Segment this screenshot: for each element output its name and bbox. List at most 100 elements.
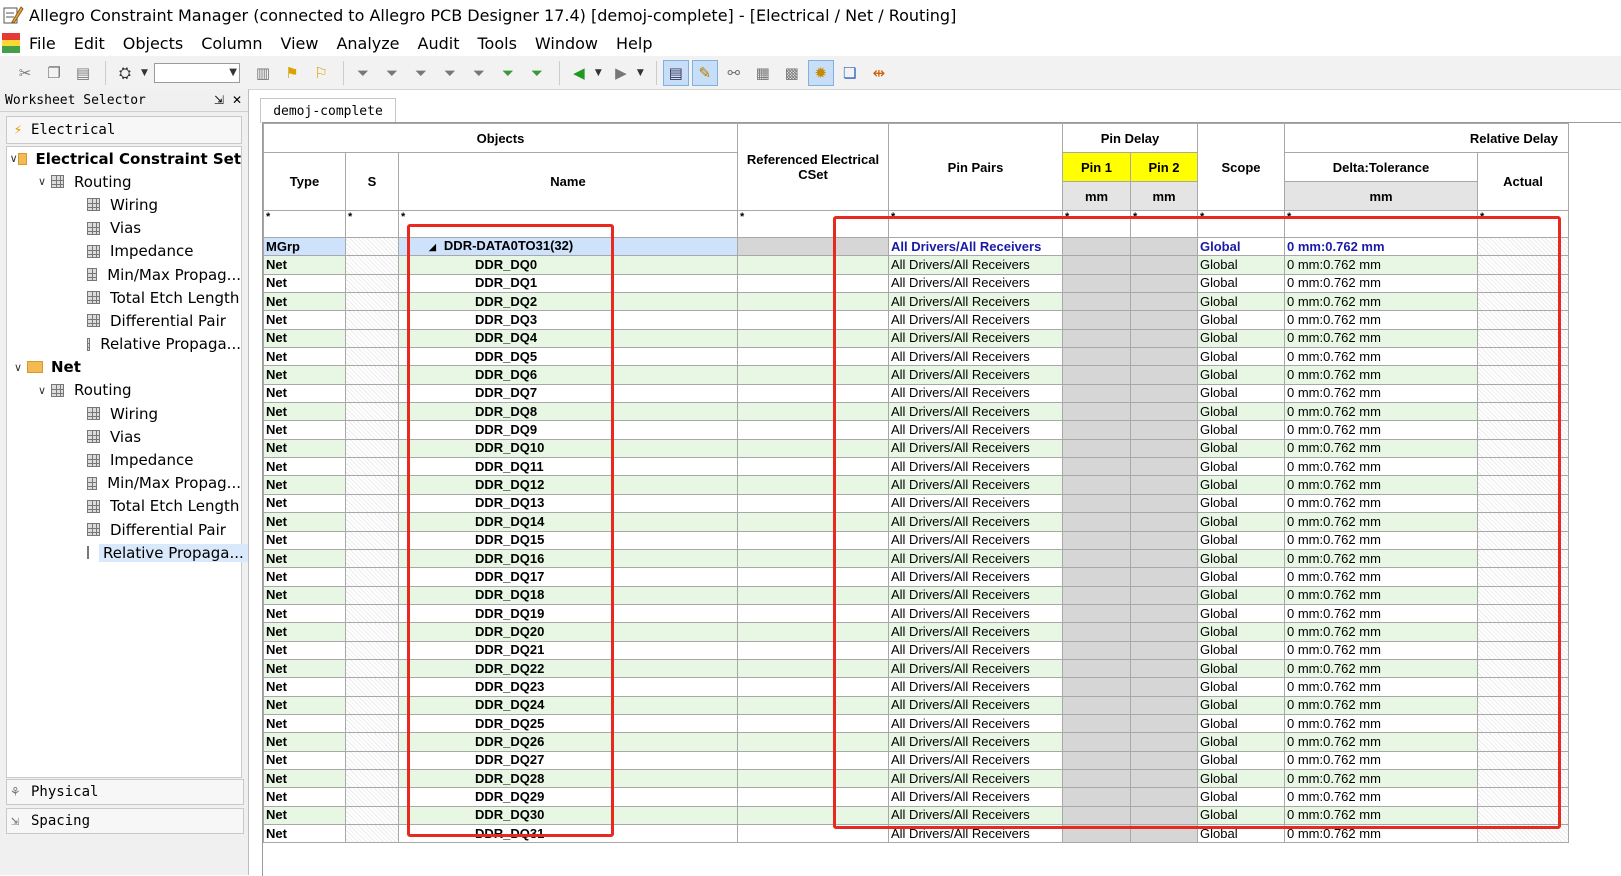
- name-cell[interactable]: DDR_DQ7: [398, 383, 738, 404]
- scope-cell[interactable]: Global: [1197, 622, 1285, 642]
- table-row[interactable]: Net DDR_DQ0 All Drivers/All Receivers Globa…: [263, 255, 1570, 275]
- filter-cell[interactable]: *: [263, 210, 346, 238]
- table-row[interactable]: Net DDR_DQ17 All Drivers/All Receivers Glob…: [263, 567, 1570, 587]
- pin2-cell[interactable]: [1130, 585, 1198, 605]
- ref-cset-cell[interactable]: [737, 787, 889, 807]
- delta-tolerance-cell[interactable]: 0 mm:0.762 mm: [1284, 548, 1478, 569]
- ref-cset-cell[interactable]: [737, 402, 889, 422]
- tree-item[interactable]: Differential Pair: [7, 309, 241, 332]
- ref-cset-cell[interactable]: [737, 640, 889, 660]
- pin1-cell[interactable]: [1062, 787, 1131, 807]
- scope-cell[interactable]: Global: [1197, 567, 1285, 587]
- filter-green-icon[interactable]: ⏷: [495, 60, 521, 86]
- delta-tolerance-cell[interactable]: 0 mm:0.762 mm: [1284, 438, 1478, 459]
- scope-cell[interactable]: Global: [1197, 640, 1285, 660]
- delta-tolerance-cell[interactable]: 0 mm:0.762 mm: [1284, 677, 1478, 697]
- pin2-cell[interactable]: [1130, 713, 1198, 734]
- copy-icon[interactable]: ❐: [41, 60, 67, 86]
- ref-cset-cell[interactable]: [737, 255, 889, 275]
- name-cell[interactable]: DDR_DQ15: [398, 530, 738, 550]
- menu-edit[interactable]: Edit: [73, 34, 106, 53]
- pin-pairs-cell[interactable]: All Drivers/All Receivers: [888, 750, 1063, 770]
- scope-cell[interactable]: Global: [1197, 603, 1285, 624]
- menu-file[interactable]: File: [28, 34, 57, 53]
- table-row[interactable]: Net DDR_DQ29 All Drivers/All Receivers Glob…: [263, 787, 1570, 807]
- chevron-down-icon[interactable]: ▼: [637, 68, 644, 78]
- delta-tolerance-cell[interactable]: 0 mm:0.762 mm: [1284, 750, 1478, 770]
- name-cell[interactable]: DDR_DQ1: [398, 273, 738, 294]
- name-cell[interactable]: DDR_DQ6: [398, 365, 738, 385]
- name-cell[interactable]: DDR_DQ17: [398, 567, 738, 587]
- chevron-down-icon[interactable]: ∨: [9, 361, 27, 374]
- pin2-cell[interactable]: [1130, 420, 1198, 440]
- pin-pairs-cell[interactable]: All Drivers/All Receivers: [888, 805, 1063, 826]
- network-icon[interactable]: ⚯: [721, 60, 747, 86]
- delta-tolerance-cell[interactable]: 0 mm:0.762 mm: [1284, 292, 1478, 312]
- pin2-cell[interactable]: [1130, 750, 1198, 770]
- scope-cell[interactable]: Global: [1197, 438, 1285, 459]
- menu-tools[interactable]: Tools: [476, 34, 517, 53]
- ref-cset-cell[interactable]: [737, 328, 889, 349]
- scope-cell[interactable]: Global: [1197, 823, 1285, 844]
- name-cell[interactable]: DDR_DQ2: [398, 292, 738, 312]
- actual-header[interactable]: Actual: [1476, 152, 1570, 211]
- pin2-cell[interactable]: [1130, 567, 1198, 587]
- scope-cell[interactable]: Global: [1197, 732, 1285, 752]
- name-cell[interactable]: DDR_DQ4: [398, 328, 738, 349]
- pin2-cell[interactable]: [1130, 695, 1198, 715]
- scope-cell[interactable]: Global: [1197, 255, 1285, 275]
- pin2-cell[interactable]: [1130, 475, 1198, 495]
- pin1-cell[interactable]: [1062, 658, 1131, 679]
- ref-cset-cell[interactable]: [737, 567, 889, 587]
- pin1-cell[interactable]: [1062, 402, 1131, 422]
- pin-pairs-cell[interactable]: All Drivers/All Receivers: [888, 255, 1063, 275]
- table-row[interactable]: Net DDR_DQ4 All Drivers/All Receivers Globa…: [263, 328, 1570, 349]
- pin1-cell[interactable]: [1062, 347, 1131, 367]
- pin-icon[interactable]: ⇲: [214, 93, 224, 107]
- cut-icon[interactable]: ✂: [12, 60, 38, 86]
- pin-pairs-cell[interactable]: All Drivers/All Receivers: [888, 438, 1063, 459]
- pin1-cell[interactable]: [1062, 603, 1131, 624]
- scope-cell[interactable]: Global: [1197, 402, 1285, 422]
- delta-tolerance-cell[interactable]: 0 mm:0.762 mm: [1284, 328, 1478, 349]
- filter-all-icon[interactable]: ⏷: [466, 60, 492, 86]
- pin-pairs-cell[interactable]: All Drivers/All Receivers: [888, 292, 1063, 312]
- pin1-cell[interactable]: [1062, 750, 1131, 770]
- pin2-cell[interactable]: [1130, 328, 1198, 349]
- ref-cset-cell[interactable]: [737, 475, 889, 495]
- pin-pairs-cell[interactable]: All Drivers/All Receivers: [888, 328, 1063, 349]
- name-cell[interactable]: DDR_DQ20: [398, 622, 738, 642]
- pin1-cell[interactable]: [1062, 383, 1131, 404]
- delta-tolerance-cell[interactable]: 0 mm:0.762 mm: [1284, 585, 1478, 605]
- pin2-cell[interactable]: [1130, 805, 1198, 826]
- table-row[interactable]: Net DDR_DQ27 All Drivers/All Receivers Glob…: [263, 750, 1570, 770]
- name-cell[interactable]: DDR_DQ31: [398, 823, 738, 844]
- filter-cell[interactable]: *: [1062, 210, 1131, 238]
- tree-item[interactable]: ∨ Routing: [7, 379, 241, 402]
- filter-clear-icon[interactable]: ⏷: [379, 60, 405, 86]
- pin1-cell[interactable]: [1062, 255, 1131, 275]
- delta-tolerance-cell[interactable]: 0 mm:0.762 mm: [1284, 402, 1478, 422]
- name-cell[interactable]: DDR_DQ22: [398, 658, 738, 679]
- ref-cset-cell[interactable]: [737, 823, 889, 844]
- delta-tolerance-cell[interactable]: 0 mm:0.762 mm: [1284, 236, 1478, 257]
- delta-tolerance-cell[interactable]: 0 mm:0.762 mm: [1284, 255, 1478, 275]
- pin2-cell[interactable]: [1130, 548, 1198, 569]
- pin-pairs-cell[interactable]: All Drivers/All Receivers: [888, 823, 1063, 844]
- menu-help[interactable]: Help: [615, 34, 653, 53]
- table-row[interactable]: Net DDR_DQ25 All Drivers/All Receivers Glob…: [263, 713, 1570, 734]
- delta-tolerance-cell[interactable]: 0 mm:0.762 mm: [1284, 713, 1478, 734]
- table-row[interactable]: Net DDR_DQ26 All Drivers/All Receivers Glob…: [263, 732, 1570, 752]
- ref-cset-cell[interactable]: [737, 236, 889, 257]
- delta-tolerance-header[interactable]: Delta:Tolerance: [1284, 152, 1478, 182]
- constraint-edit-icon[interactable]: ✎: [691, 59, 718, 86]
- tree-item[interactable]: Min/Max Propag...: [7, 472, 241, 495]
- windows-icon[interactable]: ❏: [837, 60, 863, 86]
- pin-pairs-header[interactable]: Pin Pairs: [888, 123, 1063, 211]
- table-row[interactable]: Net DDR_DQ10 All Drivers/All Receivers Glob…: [263, 438, 1570, 459]
- menu-column[interactable]: Column: [200, 34, 263, 53]
- pin1-cell[interactable]: [1062, 512, 1131, 532]
- name-cell[interactable]: DDR_DQ13: [398, 493, 738, 514]
- bookmark-yellow-icon[interactable]: ⚑: [279, 60, 305, 86]
- pin-pairs-cell[interactable]: All Drivers/All Receivers: [888, 236, 1063, 257]
